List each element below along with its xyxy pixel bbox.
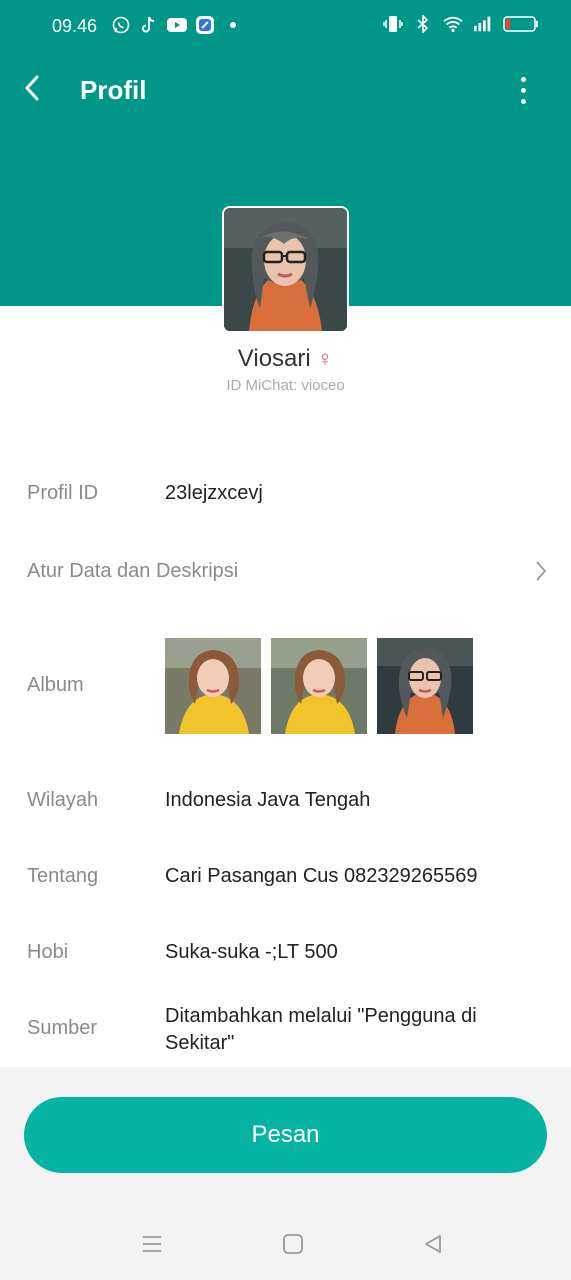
home-square-icon [282,1233,304,1260]
menu-lines-icon [141,1234,163,1259]
region-value: Indonesia Java Tengah [165,789,371,811]
message-button[interactable]: Pesan [24,1097,547,1173]
chevron-right-icon [535,560,547,587]
more-options-button[interactable] [511,72,535,108]
system-back-button[interactable] [419,1232,447,1260]
app-bar: Profil [0,66,571,114]
album-photo[interactable] [377,638,473,734]
status-bar: 09.46 [0,0,571,52]
region-label: Wilayah [27,789,99,811]
album-label: Album [27,674,84,696]
profile-name: Viosari [237,345,311,372]
source-value-line: Ditambahkan melalui "Pengguna di [165,1005,477,1027]
hobby-label: Hobi [27,941,69,963]
source-label: Sumber [27,1017,98,1039]
profile-name-row: Viosari ♀ [0,345,571,373]
recent-apps-button[interactable] [138,1232,166,1260]
back-triangle-icon [422,1233,444,1260]
profile-avatar[interactable] [222,206,349,333]
female-gender-icon: ♀ [316,346,334,371]
vibrate-icon [383,14,403,34]
app-notification-icon [195,15,215,35]
status-time: 09.46 [52,16,98,36]
profile-id-label: Profil ID [27,482,99,504]
back-button[interactable] [14,72,50,108]
whatsapp-icon [111,15,131,35]
michat-id: ID MiChat: vioceo [226,377,345,394]
source-value-line: Sekitar" [165,1032,235,1054]
manage-data-label: Atur Data dan Deskripsi [27,560,239,582]
youtube-icon [167,15,187,35]
notification-dot-icon [223,15,243,35]
signal-icon [473,14,493,34]
page-title: Profil [80,75,147,105]
about-value: Cari Pasangan Cus 082329265569 [165,865,478,887]
more-vertical-icon [520,76,526,82]
about-label: Tentang [27,865,99,887]
hobby-value: Suka-suka -;LT 500 [165,941,338,963]
source-value: Ditambahkan melalui "Pengguna di Sekitar… [165,1003,477,1057]
home-button[interactable] [279,1232,307,1260]
manage-data-row[interactable]: Atur Data dan Deskripsi [0,560,571,590]
album-photo[interactable] [165,638,261,734]
battery-low-icon [503,14,539,34]
bluetooth-icon [413,14,433,34]
system-navigation-bar [0,1220,571,1270]
wifi-icon [443,14,463,34]
album-photo[interactable] [271,638,367,734]
profile-id-value: 23lejzxcevj [165,482,263,504]
tiktok-icon [139,15,159,35]
back-arrow-icon [24,75,40,106]
